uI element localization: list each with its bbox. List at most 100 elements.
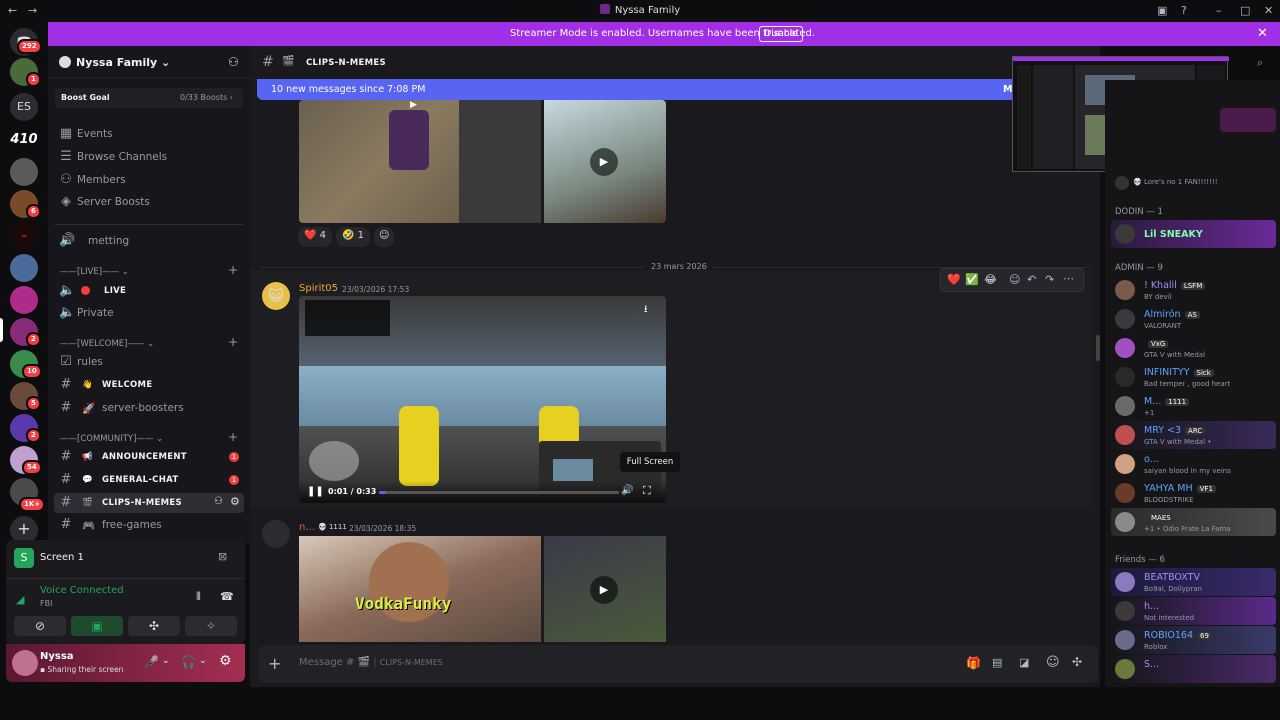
nav-browse-channels[interactable]: ☰ Browse Channels: [54, 147, 244, 167]
volume-icon[interactable]: 🔊: [621, 485, 633, 496]
member-item[interactable]: ! Khalil LSFM BY devil: [1111, 276, 1276, 304]
author-name[interactable]: n...: [299, 522, 315, 533]
quick-react-check[interactable]: ✅: [965, 273, 979, 286]
gift-icon[interactable]: 🎁: [966, 656, 981, 670]
user-settings-icon[interactable]: ⚙: [219, 653, 232, 669]
server-header[interactable]: Nyssa Family ⌄ ⚇: [48, 46, 250, 78]
add-reaction-button[interactable]: ☺: [374, 227, 395, 247]
member-item[interactable]: Lil SNEAKY: [1111, 220, 1276, 248]
member-item[interactable]: YAHYA MH VF1 BLOODSTRIKE: [1111, 479, 1276, 507]
channel-clips-n-memes[interactable]: # 🎬 CLIPS-N-MEMES ⚇ ⚙: [54, 493, 244, 513]
server-es[interactable]: ES: [10, 93, 38, 121]
avatar[interactable]: 😺: [262, 282, 290, 310]
member-item[interactable]: Almirón AS VALORANT: [1111, 305, 1276, 333]
member-item[interactable]: h... Not interested: [1111, 597, 1276, 625]
member-item[interactable]: VxG GTA V with Medal: [1111, 334, 1276, 362]
channel-metting[interactable]: 🔊 metting: [54, 231, 244, 251]
maximize-icon[interactable]: □: [1240, 4, 1250, 17]
popout-icon[interactable]: ⊠: [218, 550, 227, 563]
inbox-icon[interactable]: ▣: [1157, 4, 1167, 17]
category-welcome[interactable]: ——[WELCOME]—— ⌄: [60, 339, 154, 349]
nav-events[interactable]: ▦ Events: [54, 124, 244, 144]
nav-server-boosts[interactable]: ◈ Server Boosts: [54, 192, 244, 212]
channel-general-chat[interactable]: # 💬 GENERAL-CHAT 1: [54, 470, 244, 490]
sticker-icon[interactable]: ◪: [1019, 656, 1029, 669]
pause-icon[interactable]: ❚❚: [307, 486, 324, 497]
author-name[interactable]: Spirit05: [299, 283, 338, 294]
chevron-down-icon[interactable]: ⌄: [162, 656, 170, 666]
disconnect-icon[interactable]: ☎: [220, 590, 234, 603]
close-window-icon[interactable]: ✕: [1264, 4, 1273, 17]
channel-live[interactable]: 🔈 LIVE: [54, 281, 244, 301]
member-item[interactable]: MAES +1 • Odio Frate La Fama: [1111, 508, 1276, 536]
close-banner-icon[interactable]: ✕: [1257, 26, 1268, 41]
add-attachment-icon[interactable]: +: [268, 654, 281, 673]
mute-icon[interactable]: 🎤̸: [144, 655, 159, 669]
gif-icon[interactable]: ▤: [992, 656, 1002, 669]
invite-icon[interactable]: ⚇: [214, 496, 223, 507]
voice-status[interactable]: Voice Connected: [40, 585, 124, 596]
voice-channel[interactable]: FBI: [40, 599, 52, 608]
nav-members[interactable]: ⚇ Members: [54, 170, 244, 190]
server-logo-410[interactable]: 410: [10, 126, 38, 154]
member-item[interactable]: BEATBOXTV Bo9al, Dollypran: [1111, 568, 1276, 596]
chevron-down-icon[interactable]: ⌄: [199, 656, 207, 666]
category-community[interactable]: ——[COMMUNITY]—— ⌄: [60, 434, 163, 444]
noise-suppression-icon[interactable]: ⦀: [196, 590, 201, 604]
add-channel-icon[interactable]: +: [228, 335, 238, 349]
play-icon[interactable]: ▶: [590, 576, 618, 604]
member-item[interactable]: ROBIO164 69 Roblox: [1111, 626, 1276, 654]
quick-react-heart[interactable]: ❤️: [947, 273, 961, 286]
help-icon[interactable]: ?: [1181, 4, 1187, 17]
reply-icon[interactable]: ↶: [1027, 273, 1036, 286]
quick-react-laugh[interactable]: 😂: [984, 273, 997, 286]
play-icon[interactable]: ▶: [590, 148, 618, 176]
add-member-icon[interactable]: ⚇: [228, 55, 239, 69]
scrollbar-thumb[interactable]: [1096, 335, 1100, 361]
more-icon[interactable]: ⋯: [1063, 272, 1074, 285]
channel-server-boosters[interactable]: # 🚀 server-boosters: [54, 398, 244, 418]
play-icon[interactable]: ▶: [410, 100, 424, 114]
channel-rules[interactable]: ☑ rules: [54, 352, 244, 372]
member-item[interactable]: S...: [1111, 655, 1276, 683]
fullscreen-icon[interactable]: ⛶: [643, 484, 651, 498]
member-item[interactable]: o... saiyan blood in my veins: [1111, 450, 1276, 478]
server-avatar[interactable]: [10, 254, 38, 282]
activities-button[interactable]: ✣: [128, 616, 180, 636]
disable-button[interactable]: Disable: [759, 26, 803, 42]
category-live[interactable]: ——[LIVE]—— ⌄: [60, 267, 129, 277]
attachment-video[interactable]: ▶: [544, 536, 666, 642]
soundboard-button[interactable]: ✧: [185, 616, 237, 636]
avatar[interactable]: [12, 650, 38, 676]
add-reaction-icon[interactable]: ☺: [1009, 273, 1020, 286]
new-messages-bar[interactable]: 10 new messages since 7:08 PM M: [257, 79, 1087, 100]
seek-bar[interactable]: [379, 491, 619, 494]
forward-icon[interactable]: ↷: [1045, 273, 1054, 286]
apps-icon[interactable]: ✣: [1072, 655, 1082, 669]
settings-gear-icon[interactable]: ⚙: [230, 495, 240, 508]
server-avatar[interactable]: [10, 286, 38, 314]
channel-announcement[interactable]: # 📢 ANNOUNCEMENT 1: [54, 447, 244, 467]
member-item[interactable]: M... 1111 +1: [1111, 392, 1276, 420]
username[interactable]: Nyssa: [40, 651, 74, 662]
video-player[interactable]: ⭳ ❚❚ 0:01 / 0:33 🔊 ⛶: [299, 296, 666, 503]
attachment-video[interactable]: ▶: [544, 100, 666, 223]
add-channel-icon[interactable]: +: [228, 263, 238, 277]
attachment-image[interactable]: [299, 100, 541, 223]
add-channel-icon[interactable]: +: [228, 430, 238, 444]
server-avatar[interactable]: [10, 158, 38, 186]
reaction-heart[interactable]: ❤️ 4: [298, 227, 333, 247]
camera-off-button[interactable]: ⊘: [14, 616, 66, 636]
attachment-image[interactable]: VodkaFunky: [299, 536, 541, 642]
message-composer[interactable]: + Message # 🎬 | CLIPS-N-MEMES 🎁 ▤ ◪ ☺ ✣: [258, 645, 1098, 683]
deafen-icon[interactable]: 🎧: [181, 655, 196, 669]
member-item[interactable]: MRY <3 ARC GTA V with Medal •: [1111, 421, 1276, 449]
avatar[interactable]: [262, 520, 290, 548]
channel-free-games[interactable]: # 🎮 free-games: [54, 515, 244, 535]
boost-goal[interactable]: Boost Goal 0/33 Boosts ›: [55, 88, 243, 108]
screen-share-button[interactable]: ▣: [71, 616, 123, 636]
server-avatar[interactable]: ≈: [10, 222, 38, 250]
download-icon[interactable]: ⭳: [644, 302, 648, 319]
emoji-icon[interactable]: ☺: [1046, 655, 1060, 670]
reaction-laugh[interactable]: 🤣 1: [336, 227, 371, 247]
